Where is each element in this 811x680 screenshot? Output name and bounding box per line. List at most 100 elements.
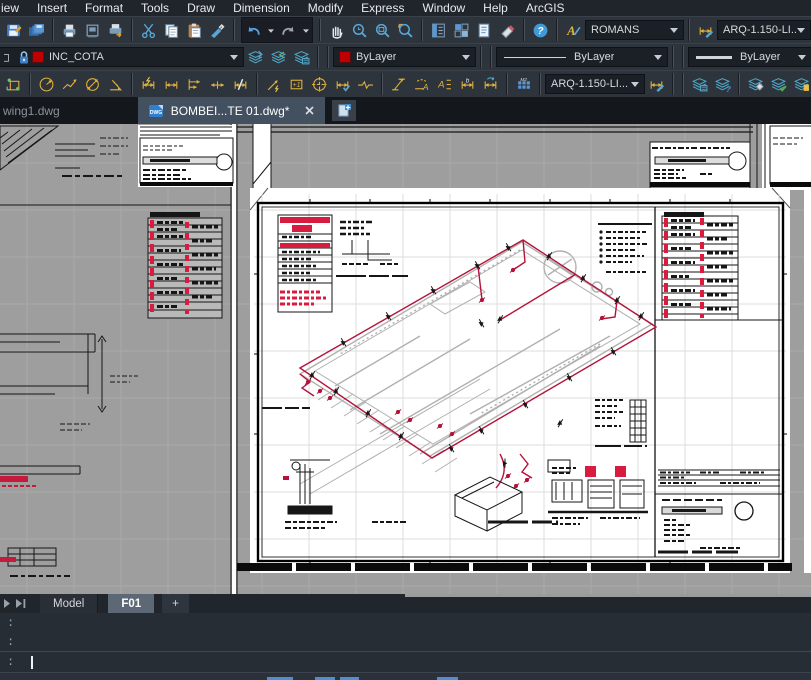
linetype-select[interactable]: ByLayer	[496, 47, 668, 67]
dim-text-edit-icon[interactable]	[479, 72, 502, 96]
layer-erase-icon[interactable]	[744, 72, 767, 96]
save-all-icon[interactable]	[25, 18, 48, 42]
plot-icon[interactable]	[58, 18, 81, 42]
sheet-set-icon[interactable]	[473, 18, 496, 42]
text-style-icon[interactable]: A	[562, 18, 585, 42]
separator	[131, 19, 133, 41]
dim-continue-icon[interactable]	[206, 72, 229, 96]
command-input-line[interactable]: :	[0, 651, 811, 672]
last-layout-icon[interactable]	[14, 594, 28, 613]
dim-diameter-icon[interactable]	[81, 72, 104, 96]
design-center-icon[interactable]	[450, 18, 473, 42]
redo-icon[interactable]	[277, 18, 300, 42]
help-icon[interactable]: ?	[529, 18, 552, 42]
zoom-window-icon[interactable]	[371, 18, 394, 42]
dim-reassociate-icon[interactable]	[2, 72, 25, 96]
layer-select[interactable]: INC_COTA	[0, 47, 244, 67]
layer-manager-icon[interactable]	[290, 45, 313, 69]
close-icon[interactable]	[304, 105, 315, 116]
dim-jogline-icon[interactable]	[354, 72, 377, 96]
dim-oblique-icon[interactable]	[387, 72, 410, 96]
layer-off-box-icon[interactable]	[4, 47, 16, 67]
plot-export-icon[interactable]	[104, 18, 127, 42]
separator	[506, 73, 508, 95]
canvas-hscrollbar[interactable]	[405, 594, 811, 597]
dim-jogged-icon[interactable]	[58, 72, 81, 96]
command-line[interactable]: : : :	[0, 613, 811, 672]
separator	[421, 19, 423, 41]
dim-break-icon[interactable]	[229, 72, 252, 96]
center-mark-icon[interactable]	[308, 72, 331, 96]
text-style-select[interactable]: ROMANS	[585, 20, 684, 40]
cut-icon[interactable]	[137, 18, 160, 42]
menu-item-tools[interactable]: Tools	[141, 1, 169, 15]
lineweight-select[interactable]: ByLayer	[688, 47, 811, 67]
layer-walk-icon[interactable]: ??	[711, 72, 734, 96]
dim-inspect-icon[interactable]	[331, 72, 354, 96]
area-grid-icon[interactable]: M2	[512, 72, 535, 96]
quick-dim-icon[interactable]	[137, 72, 160, 96]
dim-update-icon[interactable]	[645, 72, 668, 96]
layer-on-icon[interactable]	[767, 72, 790, 96]
svg-text:+1: +1	[293, 82, 301, 89]
undo-redo-group	[241, 17, 313, 43]
undo-options-icon[interactable]	[265, 18, 277, 42]
pan-icon[interactable]	[325, 18, 348, 42]
markup-icon[interactable]	[496, 18, 519, 42]
paste-icon[interactable]	[183, 18, 206, 42]
dim-text-align-icon[interactable]: A	[433, 72, 456, 96]
dim-style-select-2[interactable]: ARQ-1.150-LI...	[545, 74, 645, 94]
lineweight-sample	[696, 56, 732, 59]
tab-model[interactable]: Model	[40, 594, 98, 613]
menu-item-iew[interactable]: iew	[1, 1, 19, 15]
copy-icon[interactable]	[160, 18, 183, 42]
new-layout-button[interactable]: +	[162, 594, 189, 613]
separator	[381, 73, 383, 95]
chevron-down-icon	[631, 82, 639, 91]
match-properties-icon[interactable]	[206, 18, 229, 42]
plot-preview-icon[interactable]	[81, 18, 104, 42]
properties-palette-icon[interactable]	[427, 18, 450, 42]
menu-item-draw[interactable]: Draw	[187, 1, 215, 15]
dim-baseline-icon[interactable]	[183, 72, 206, 96]
menu-item-modify[interactable]: Modify	[308, 1, 343, 15]
svg-text:??: ??	[726, 83, 731, 92]
make-layer-current-icon[interactable]	[244, 45, 267, 69]
layer-states-icon[interactable]	[688, 72, 711, 96]
tab-layout-f01[interactable]: F01	[108, 594, 154, 613]
zoom-previous-icon[interactable]	[394, 18, 417, 42]
drawing-canvas[interactable]	[0, 124, 811, 594]
color-select[interactable]: ByLayer	[333, 47, 476, 67]
status-bar	[0, 672, 811, 680]
dim-radius-icon[interactable]	[35, 72, 58, 96]
layer-lock-icon[interactable]	[16, 47, 32, 67]
zoom-realtime-icon[interactable]	[348, 18, 371, 42]
layer-previous-icon[interactable]	[267, 45, 290, 69]
menu-item-insert[interactable]: Insert	[37, 1, 67, 15]
redo-options-icon[interactable]	[300, 18, 312, 42]
quick-leader-icon[interactable]	[262, 72, 285, 96]
new-drawing-button[interactable]	[332, 100, 356, 121]
dim-linear-icon[interactable]	[160, 72, 183, 96]
document-tab-bar: wing1.dwg DWG BOMBEI...TE 01.dwg*	[0, 97, 811, 124]
menu-item-window[interactable]: Window	[422, 1, 465, 15]
first-layout-icon[interactable]	[0, 594, 14, 613]
menu-item-express[interactable]: Express	[361, 1, 404, 15]
dim-text-angle-icon[interactable]: A	[410, 72, 433, 96]
cad-application-window: iew Insert Format Tools Draw Dimension Modify E…	[0, 0, 811, 680]
menu-item-help[interactable]: Help	[483, 1, 508, 15]
dim-style-icon[interactable]	[694, 18, 717, 42]
tab-drawing1[interactable]: wing1.dwg	[3, 97, 60, 124]
dim-edit-icon[interactable]: b	[456, 72, 479, 96]
undo-icon[interactable]	[242, 18, 265, 42]
save-icon[interactable]	[2, 18, 25, 42]
menu-item-dimension[interactable]: Dimension	[233, 1, 290, 15]
dim-tolerance-icon[interactable]: +1	[285, 72, 308, 96]
dim-style-select[interactable]: ARQ-1.150-LI...	[717, 20, 811, 40]
layer-iso-icon[interactable]	[790, 72, 811, 96]
tab-bombeiro-active[interactable]: DWG BOMBEI...TE 01.dwg*	[138, 97, 326, 124]
dim-angular-icon[interactable]	[104, 72, 127, 96]
menu-item-arcgis[interactable]: ArcGIS	[526, 1, 565, 15]
menu-item-format[interactable]: Format	[85, 1, 123, 15]
separator	[319, 19, 321, 41]
